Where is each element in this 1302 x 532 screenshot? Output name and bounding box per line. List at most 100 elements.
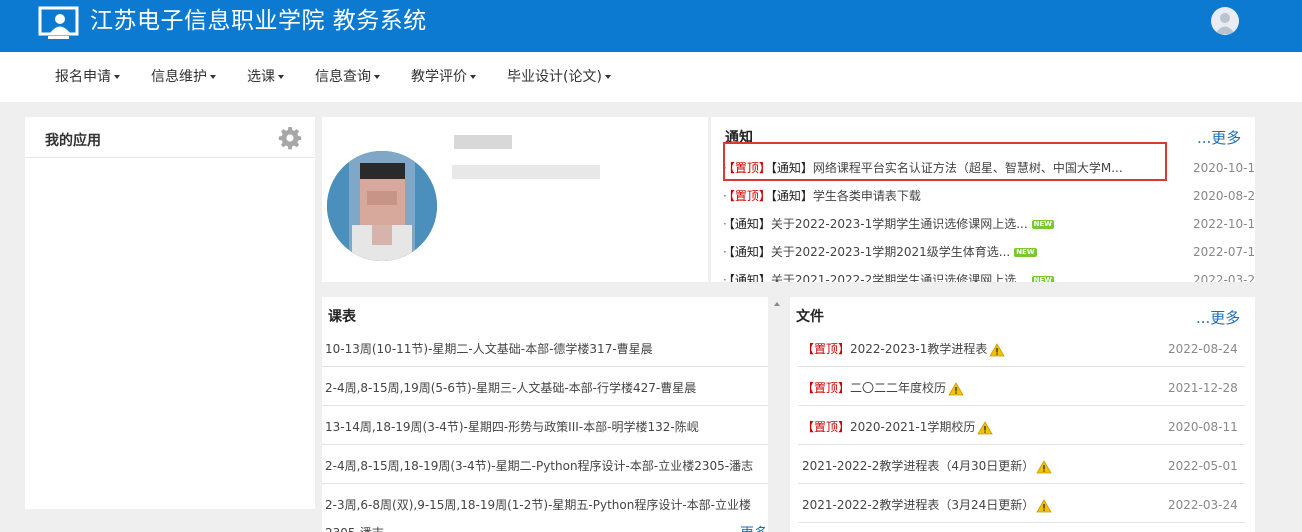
- schedule-row[interactable]: 2-4周,8-15周,18-19周(3-4节)-星期二-Python程序设计-本…: [325, 456, 768, 476]
- divider: [798, 444, 1245, 445]
- notice-item[interactable]: · 【通知】关于2021-2022-2学期学生通识选修课网上选... NEW 202…: [723, 270, 1255, 282]
- divider: [322, 366, 768, 367]
- nav-label: 信息查询: [315, 69, 371, 85]
- caret-down-icon: [374, 75, 380, 79]
- bullet: ·: [723, 245, 727, 259]
- nav-label: 选课: [247, 69, 275, 85]
- profile-panel: [322, 117, 708, 282]
- highlight-box: [723, 142, 1167, 181]
- files-more-link[interactable]: ...更多: [1196, 307, 1240, 328]
- caret-down-icon: [210, 75, 216, 79]
- divider: [322, 405, 768, 406]
- schedule-row[interactable]: 2305-潘志: [325, 523, 768, 532]
- nav-item-registration[interactable]: 报名申请: [55, 68, 120, 86]
- schedule-more-link[interactable]: 更多: [740, 523, 768, 532]
- file-date: 2022-03-24: [1168, 498, 1238, 512]
- warning-icon: [1036, 459, 1052, 473]
- file-title: 二〇二二年度校历: [850, 381, 947, 395]
- file-title: 2021-2022-2教学进程表（4月30日更新）: [802, 459, 1035, 473]
- notice-tag: 【通知】: [770, 189, 813, 203]
- caret-down-icon: [604, 75, 611, 79]
- nav-item-course-selection[interactable]: 选课: [247, 68, 284, 86]
- file-date: 2022-05-01: [1168, 459, 1238, 473]
- file-title: 2020-2021-1学期校历: [850, 420, 976, 434]
- file-date: 2021-12-28: [1168, 381, 1238, 395]
- caret-down-icon: [114, 75, 120, 79]
- nav-label: 毕业设计(论文): [507, 69, 602, 85]
- files-title: 文件: [796, 309, 824, 325]
- file-title: 2021-2022-2教学进程表（3月24日更新）: [802, 498, 1035, 512]
- nav-item-teaching-evaluation[interactable]: 教学评价: [411, 68, 476, 86]
- bullet: ·: [723, 189, 727, 203]
- bullet: ·: [723, 217, 727, 231]
- pin-tag: 【置顶】: [802, 420, 851, 434]
- new-badge: NEW: [1014, 248, 1037, 257]
- schedule-scrollbar[interactable]: [770, 297, 784, 532]
- notice-panel: 通知 ...更多 · 【置顶】【通知】网络课程平台实名认证方法（超星、智慧树、中国…: [710, 117, 1255, 282]
- user-avatar-icon[interactable]: [1211, 7, 1239, 35]
- warning-icon: [989, 342, 1006, 356]
- notice-date: 2020-08-27: [1193, 189, 1255, 203]
- file-item[interactable]: 【置顶】2022-2023-1教学进程表 2022-08-24: [802, 339, 1252, 359]
- notice-tag: 【通知】: [728, 217, 771, 231]
- notice-more-link[interactable]: ...更多: [1197, 127, 1241, 148]
- notice-tag: 【通知】: [728, 245, 771, 259]
- file-title: 2022-2023-1教学进程表: [850, 342, 988, 356]
- pin-tag: 【置顶】: [802, 381, 851, 395]
- file-item[interactable]: 【置顶】二〇二二年度校历 2021-12-28: [802, 378, 1252, 398]
- nav-label: 教学评价: [411, 69, 467, 85]
- nav-item-info-query[interactable]: 信息查询: [315, 68, 380, 86]
- schedule-row[interactable]: 10-13周(10-11节)-星期二-人文基础-本部-德学楼317-曹星晨: [325, 339, 768, 359]
- notice-item[interactable]: · 【通知】关于2022-2023-1学期2021级学生体育选... NEW 202…: [723, 242, 1255, 262]
- warning-icon: [1036, 498, 1052, 512]
- notice-tag: 【通知】: [728, 273, 771, 282]
- schedule-panel: 课表 10-13周(10-11节)-星期二-人文基础-本部-德学楼317-曹星晨…: [322, 297, 768, 532]
- notice-date: 2020-10-14: [1193, 161, 1255, 175]
- nav-item-info-maintenance[interactable]: 信息维护: [151, 68, 216, 86]
- scroll-up-arrow-icon[interactable]: [770, 299, 784, 309]
- name-redacted: [454, 135, 512, 149]
- nav-label: 报名申请: [55, 69, 111, 85]
- schedule-row[interactable]: 2-3周,6-8周(双),9-15周,18-19周(1-2节)-星期五-Pyth…: [325, 495, 768, 515]
- nav-item-graduation-thesis[interactable]: 毕业设计(论文): [507, 68, 611, 86]
- divider: [798, 405, 1245, 406]
- new-badge: NEW: [1031, 276, 1055, 282]
- pin-tag: 【置顶】: [728, 189, 771, 203]
- gear-icon[interactable]: [278, 126, 302, 150]
- divider: [322, 444, 768, 445]
- notice-title-text: 关于2022-2023-1学期学生通识选修课网上选...: [770, 217, 1028, 231]
- schedule-row[interactable]: 2-4周,8-15周,19周(5-6节)-星期三-人文基础-本部-行学楼427-…: [325, 378, 768, 398]
- notice-date: 2022-03-26: [1193, 273, 1255, 282]
- top-header: 江苏电子信息职业学院 教务系统: [0, 0, 1302, 52]
- caret-down-icon: [278, 75, 284, 79]
- divider: [322, 483, 768, 484]
- file-date: 2020-08-11: [1168, 420, 1238, 434]
- caret-down-icon: [470, 75, 476, 79]
- brand-title: 江苏电子信息职业学院 教务系统: [90, 8, 427, 34]
- monitor-person-icon: [38, 6, 79, 39]
- schedule-title: 课表: [328, 309, 356, 325]
- file-item[interactable]: 2021-2022-2教学进程表（4月30日更新） 2022-05-01: [802, 456, 1252, 476]
- notice-title-text: 关于2021-2022-2学期学生通识选修课网上选...: [770, 273, 1028, 282]
- warning-icon: [948, 381, 964, 395]
- my-apps-panel: 我的应用: [25, 117, 315, 509]
- file-date: 2022-08-24: [1168, 342, 1238, 356]
- notice-date: 2022-07-12: [1193, 245, 1255, 259]
- main-nav: 报名申请 信息维护 选课 信息查询 教学评价 毕业设计(论文): [0, 52, 1302, 102]
- schedule-row[interactable]: 13-14周,18-19周(3-4节)-星期四-形势与政策III-本部-明学楼1…: [325, 417, 768, 437]
- divider: [25, 157, 315, 158]
- my-apps-title: 我的应用: [45, 133, 101, 149]
- divider: [798, 522, 1245, 523]
- new-badge: NEW: [1031, 220, 1055, 229]
- divider: [798, 366, 1245, 367]
- info-redacted: [452, 165, 600, 179]
- notice-date: 2022-10-14: [1193, 217, 1255, 231]
- file-item[interactable]: 【置顶】2020-2021-1学期校历 2020-08-11: [802, 417, 1252, 437]
- notice-item[interactable]: ·【置顶】【通知】学生各类申请表下载 2020-08-27: [723, 186, 1255, 206]
- files-panel: 文件 ...更多 【置顶】2022-2023-1教学进程表 2022-08-24…: [790, 297, 1255, 532]
- bullet: ·: [723, 273, 727, 282]
- notice-item[interactable]: · 【通知】关于2022-2023-1学期学生通识选修课网上选... NEW 202…: [723, 214, 1255, 234]
- file-item[interactable]: 2021-2022-2教学进程表（3月24日更新） 2022-03-24: [802, 495, 1252, 515]
- pin-tag: 【置顶】: [802, 342, 851, 356]
- divider: [798, 483, 1245, 484]
